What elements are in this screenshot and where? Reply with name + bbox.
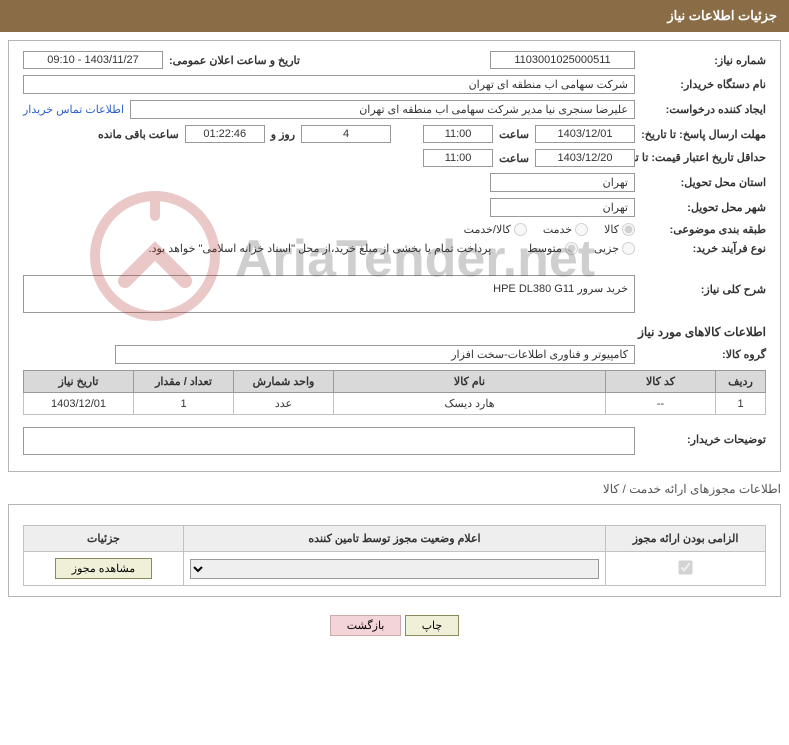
permit-section-label: اطلاعات مجوزهای ارائه خدمت / کالا: [8, 482, 781, 496]
pt-partial-label: جزیی: [594, 242, 619, 255]
pt-medium-radio[interactable]: [565, 242, 578, 255]
validity-date: 1403/12/20: [535, 149, 635, 167]
need-no-label: شماره نیاز:: [641, 54, 766, 67]
th-row: ردیف: [716, 371, 766, 393]
cat-goods-service-radio[interactable]: [514, 223, 527, 236]
cell-unit: عدد: [234, 393, 334, 415]
cat-goods-label: کالا: [604, 223, 619, 236]
requester-label: ایجاد کننده درخواست:: [641, 103, 766, 116]
delivery-city-label: شهر محل تحویل:: [641, 201, 766, 214]
buyer-org-value: شرکت سهامی اب منطقه ای تهران: [23, 75, 635, 94]
th-details: جزئیات: [24, 526, 184, 552]
footer-actions: چاپ بازگشت: [0, 605, 789, 652]
th-code: کد کالا: [606, 371, 716, 393]
th-qty: تعداد / مقدار: [134, 371, 234, 393]
goods-group-value: کامپیوتر و فناوری اطلاعات-سخت افزار: [115, 345, 635, 364]
goods-info-title: اطلاعات کالاهای مورد نیاز: [23, 325, 766, 339]
announce-value: 1403/11/27 - 09:10: [23, 51, 163, 69]
cell-need_date: 1403/12/01: [24, 393, 134, 415]
watermark: AriaTender.net: [55, 166, 735, 346]
overall-desc-label: شرح کلی نیاز:: [641, 275, 766, 296]
need-no-value: 1103001025000511: [490, 51, 635, 69]
buyer-org-label: نام دستگاه خریدار:: [641, 78, 766, 91]
buyer-contact-link[interactable]: اطلاعات تماس خریدار: [23, 103, 124, 116]
cell-name: هارد دیسک: [334, 393, 606, 415]
mandatory-checkbox[interactable]: [678, 560, 692, 574]
print-button[interactable]: چاپ: [405, 615, 460, 636]
goods-table: ردیف کد کالا نام کالا واحد شمارش تعداد /…: [23, 370, 766, 415]
cell-code: --: [606, 393, 716, 415]
th-need-date: تاریخ نیاز: [24, 371, 134, 393]
delivery-city-value: تهران: [490, 198, 635, 217]
days-remaining: 4: [301, 125, 391, 143]
view-permit-button[interactable]: مشاهده مجوز: [55, 558, 152, 579]
hms-remaining: 01:22:46: [185, 125, 265, 143]
pt-note: پرداخت تمام یا بخشی از مبلغ خرید،از محل …: [149, 242, 492, 255]
cell-qty: 1: [134, 393, 234, 415]
time-label-2: ساعت: [499, 152, 529, 165]
permit-table: الزامی بودن ارائه مجوز اعلام وضعیت مجوز …: [23, 525, 766, 586]
goods-group-label: گروه کالا:: [641, 348, 766, 361]
remain-suffix-label: ساعت باقی مانده: [98, 128, 179, 141]
pt-partial-radio[interactable]: [622, 242, 635, 255]
buyer-notes-label: توضیحات خریدار:: [641, 427, 766, 446]
days-and-label: روز و: [271, 128, 295, 141]
cell-row: 1: [716, 393, 766, 415]
th-name: نام کالا: [334, 371, 606, 393]
cat-service-label: خدمت: [543, 223, 572, 236]
requester-value: علیرضا سنجری نیا مدیر شرکت سهامی اب منطق…: [130, 100, 635, 119]
delivery-prov-label: استان محل تحویل:: [641, 176, 766, 189]
cat-goods-service-label: کالا/خدمت: [464, 223, 511, 236]
validity-label: حداقل تاریخ اعتبار قیمت: تا تاریخ:: [641, 151, 766, 165]
announce-label: تاریخ و ساعت اعلان عمومی:: [169, 54, 300, 67]
back-button[interactable]: بازگشت: [330, 615, 402, 636]
buyer-notes-box: [23, 427, 635, 455]
permit-row: مشاهده مجوز: [24, 552, 766, 586]
cat-service-radio[interactable]: [575, 223, 588, 236]
pt-medium-label: متوسط: [527, 242, 562, 255]
deadline-time: 11:00: [423, 125, 493, 143]
panel-title: جزئیات اطلاعات نیاز: [0, 0, 789, 32]
th-declare: اعلام وضعیت مجوز توسط تامین کننده: [184, 526, 606, 552]
validity-time: 11:00: [423, 149, 493, 167]
delivery-prov-value: تهران: [490, 173, 635, 192]
status-select[interactable]: [190, 559, 599, 579]
th-unit: واحد شمارش: [234, 371, 334, 393]
overall-desc-value: خرید سرور HPE DL380 G11: [23, 275, 635, 313]
deadline-label: مهلت ارسال پاسخ: تا تاریخ:: [641, 128, 766, 141]
permit-panel: الزامی بودن ارائه مجوز اعلام وضعیت مجوز …: [8, 504, 781, 597]
purchase-type-label: نوع فرآیند خرید:: [641, 242, 766, 255]
th-mandatory: الزامی بودن ارائه مجوز: [606, 526, 766, 552]
need-details-panel: AriaTender.net شماره نیاز: 1103001025000…: [8, 40, 781, 472]
cat-goods-radio[interactable]: [622, 223, 635, 236]
time-label-1: ساعت: [499, 128, 529, 141]
table-row: 1--هارد دیسکعدد11403/12/01: [24, 393, 766, 415]
subject-cat-label: طبقه بندی موضوعی:: [641, 223, 766, 236]
deadline-date: 1403/12/01: [535, 125, 635, 143]
